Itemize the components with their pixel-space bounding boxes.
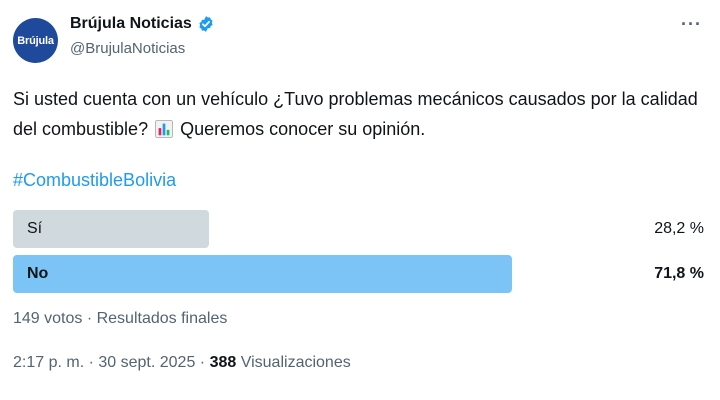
poll-option-label: No (27, 265, 49, 282)
tweet-timestamp[interactable]: 2:17 p. m. · 30 sept. 2025 · (13, 354, 205, 371)
hashtag-link[interactable]: #CombustibleBolivia (13, 170, 176, 191)
poll-option-percent: 28,2 % (654, 220, 704, 237)
author-name-row: Brújula Noticias (70, 15, 215, 33)
poll-option-percent: 71,8 % (654, 265, 704, 282)
poll-option-label: Sí (27, 220, 43, 237)
tweet-text: Si usted cuenta con un vehículo ¿Tuvo pr… (13, 84, 703, 144)
poll-bar (13, 210, 209, 248)
avatar-logo-text: Brújula (17, 34, 54, 47)
tweet-timestamp-row: 2:17 p. m. · 30 sept. 2025 · 388 Visuali… (13, 354, 351, 372)
views-label: Visualizaciones (240, 354, 351, 371)
poll-option-si: Sí 28,2 % (13, 210, 708, 248)
poll-votes-summary: 149 votos · Resultados finales (13, 310, 228, 327)
views-count: 388 (209, 354, 237, 371)
author-handle[interactable]: @BrujulaNoticias (70, 40, 185, 57)
poll-option-no: No 71,8 % (13, 255, 708, 293)
more-options-icon[interactable]: ··· (681, 14, 702, 35)
tweet-text-part2: Queremos conocer su opinión. (180, 119, 426, 139)
verified-badge-icon (199, 16, 213, 32)
avatar[interactable]: Brújula (13, 18, 58, 63)
author-display-name[interactable]: Brújula Noticias (70, 15, 192, 33)
poll-bar (13, 255, 512, 293)
bar-chart-emoji-icon (155, 120, 174, 138)
